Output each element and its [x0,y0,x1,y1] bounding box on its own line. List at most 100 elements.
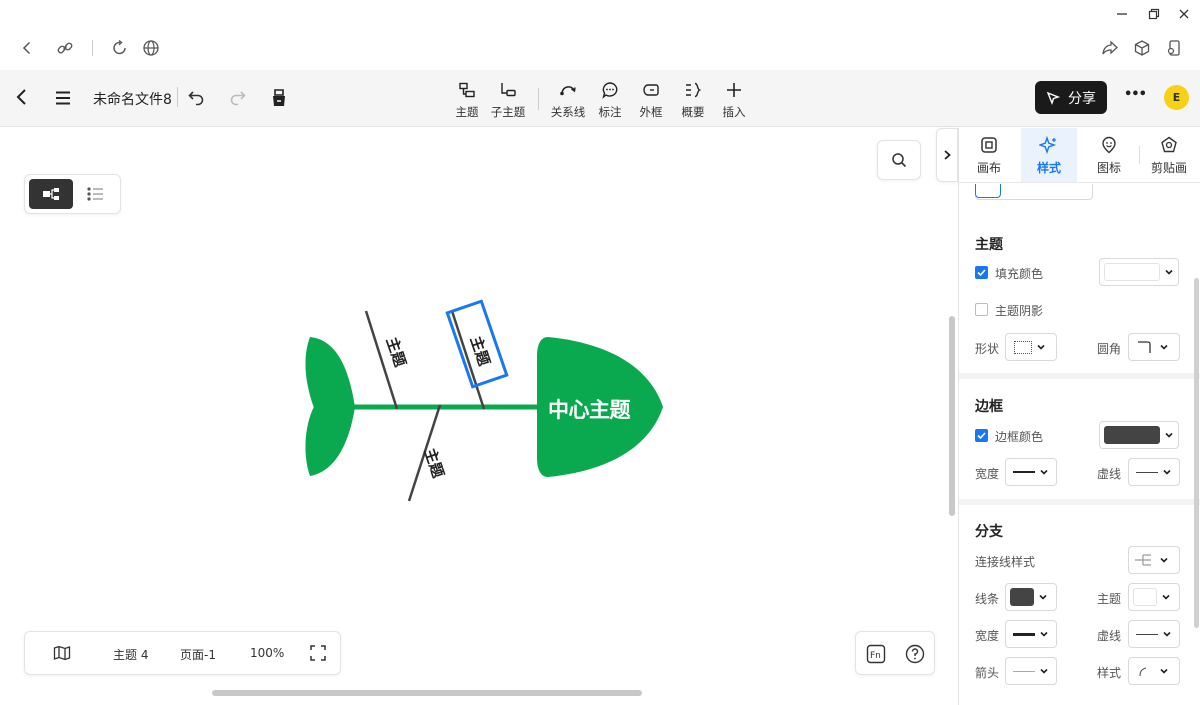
tool-label: 概要 [681,105,705,119]
solid-line-icon [1136,471,1158,473]
zoom-level[interactable]: 100% [250,646,284,660]
toolbar-divider [538,88,539,110]
chevron-down-icon [1040,631,1048,637]
tab-canvas[interactable]: 画布 [961,128,1017,182]
border-color-checkbox[interactable] [975,429,988,442]
tab-icons[interactable]: 图标 [1081,128,1137,182]
close-icon[interactable] [1172,4,1196,24]
tab-clipart[interactable]: 剪贴画 [1141,128,1197,182]
section-title-border: 边框 [975,399,1003,415]
border-dash-dropdown[interactable] [1128,458,1180,486]
style-panel: 画布 样式 图标 剪贴画 主题 填充颜色 主题阴影 形状 圆角 边框 边框颜色 … [958,128,1200,705]
corner-dropdown[interactable] [1128,333,1180,361]
share-label: 分享 [1068,90,1096,107]
chevron-down-icon [1039,594,1047,600]
fill-color-checkbox[interactable] [975,266,988,279]
connector-style-dropdown[interactable] [1128,546,1180,574]
plus-icon [724,80,744,100]
fullscreen-icon[interactable] [309,644,327,662]
section-divider [959,499,1200,505]
back-icon[interactable] [15,36,39,60]
branch-width-dropdown[interactable] [1005,620,1057,648]
toolbar-divider [177,87,178,107]
tab-separator [959,182,1200,183]
tool-insert[interactable]: 插入 [718,80,750,120]
section-divider [959,373,1200,379]
tool-label: 标注 [598,105,622,119]
marker-icon [1102,136,1116,154]
menu-icon[interactable] [53,88,73,108]
branch-dash-dropdown[interactable] [1128,620,1180,648]
fish-tail[interactable] [305,337,355,476]
tool-topic[interactable]: 主题 [451,80,483,120]
tab-divider [1139,146,1140,164]
border-width-dropdown[interactable] [1005,458,1057,486]
panel-scrollbar[interactable] [1194,278,1199,628]
tool-relation-line[interactable]: 关系线 [550,80,586,120]
horizontal-scrollbar[interactable] [212,690,642,696]
chevron-down-icon [1162,594,1170,600]
center-topic-label[interactable]: 中心主题 [548,394,631,424]
page-indicator[interactable]: 页面-1 [180,646,216,663]
mindmap-canvas[interactable]: 中心主题 主题 主题 主题 主题 4 页面-1 100% Fn [0,128,958,705]
chevron-down-icon [1160,344,1168,350]
chevron-down-icon [1040,668,1048,674]
tool-subtopic[interactable]: 子主题 [490,80,526,120]
partial-control[interactable] [975,184,1093,200]
cursor-icon [1046,91,1060,105]
app-back-icon[interactable] [12,87,32,107]
share-button[interactable]: 分享 [1035,81,1107,114]
helper-buttons: Fn [855,631,935,675]
callout-icon [600,80,620,100]
help-icon[interactable] [905,644,925,664]
summary-icon [683,80,703,100]
topic-shadow-checkbox[interactable] [975,303,988,316]
vertical-scrollbar[interactable] [949,316,955,516]
border-color-dropdown[interactable] [1099,421,1179,449]
shape-rectangle-icon [1014,340,1032,354]
device-icon[interactable] [1162,36,1186,60]
topic-icon [457,80,477,100]
tool-callout[interactable]: 标注 [594,80,626,120]
avatar[interactable]: E [1164,85,1189,110]
map-icon[interactable] [53,645,71,661]
redo-icon[interactable] [227,88,247,108]
format-painter-icon[interactable] [269,87,289,109]
arrow-dropdown[interactable] [1005,657,1057,685]
link-icon[interactable] [53,36,77,60]
tab-style[interactable]: 样式 [1021,128,1077,182]
boundary-icon [641,80,661,100]
browser-nav-bar [0,28,1200,68]
tool-boundary[interactable]: 外框 [635,80,667,120]
tool-summary[interactable]: 概要 [677,80,709,120]
window-title-bar [0,0,1200,28]
tab-label: 图标 [1096,161,1121,175]
tool-label: 关系线 [550,105,586,119]
undo-icon[interactable] [187,88,207,108]
fill-color-label: 填充颜色 [995,267,1044,281]
branch-dash-label: 虚线 [1097,629,1122,643]
chevron-down-icon [1040,469,1048,475]
cube-icon[interactable] [1130,36,1154,60]
share-arrow-icon[interactable] [1098,36,1122,60]
tool-label: 子主题 [490,105,526,119]
fill-color-swatch [1104,263,1160,281]
tool-label: 主题 [455,105,479,119]
tab-label: 画布 [976,161,1001,175]
minimize-icon[interactable] [1110,4,1134,24]
more-options-button[interactable]: ••• [1124,87,1147,102]
fill-color-dropdown[interactable] [1099,258,1179,286]
connector-style-label: 连接线样式 [975,555,1036,569]
line-color-swatch [1010,588,1034,606]
subtopic-icon [498,80,518,100]
reload-icon[interactable] [108,36,132,60]
shape-dropdown[interactable] [1005,333,1057,361]
function-key-icon[interactable]: Fn [866,644,886,664]
restore-icon[interactable] [1142,4,1166,24]
chevron-down-icon [1165,432,1173,438]
branch-topic-color-dropdown[interactable] [1128,583,1180,611]
line-color-dropdown[interactable] [1005,583,1057,611]
document-name[interactable]: 未命名文件8 [93,89,172,109]
globe-icon[interactable] [139,36,163,60]
branch-style-dropdown[interactable] [1128,657,1180,685]
